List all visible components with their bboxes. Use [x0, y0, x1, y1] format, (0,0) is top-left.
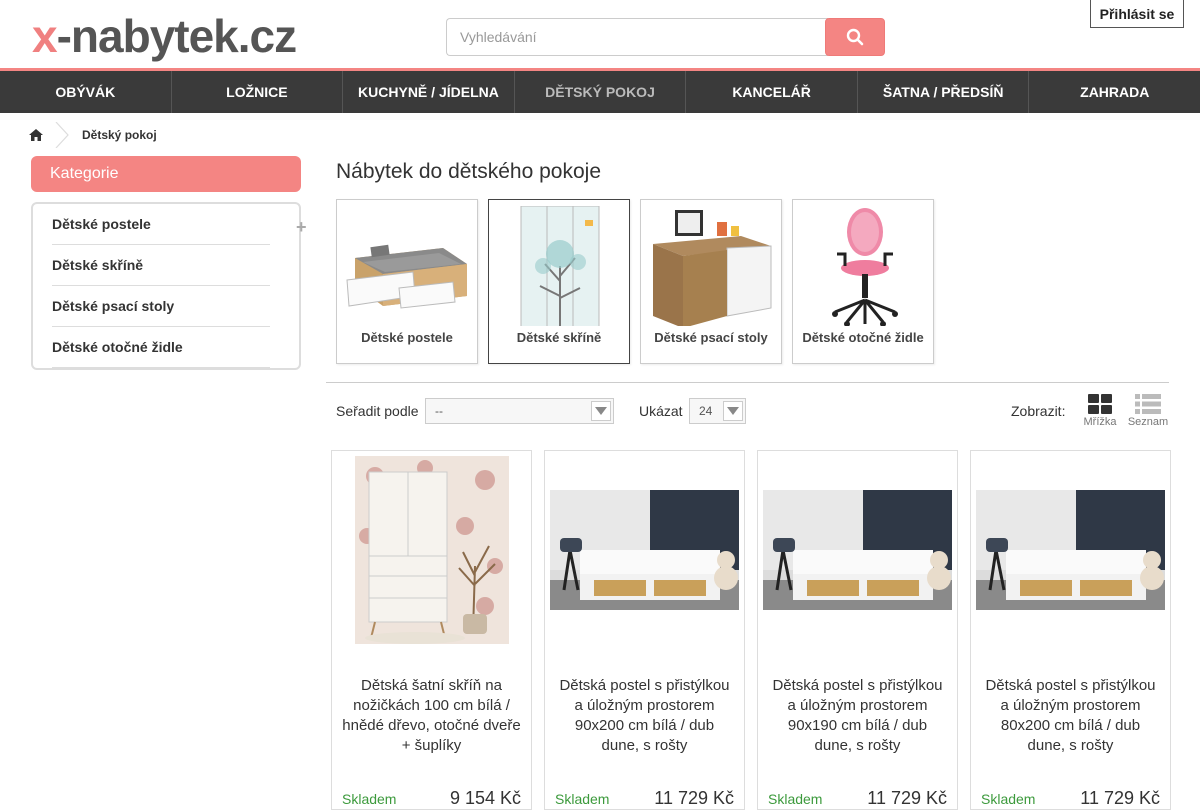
sidebar-item-detske-psaci-stoly[interactable]: Dětské psací stoly [52, 286, 270, 327]
list-view-button[interactable]: Seznam [1126, 394, 1170, 428]
site-logo[interactable]: x-nabytek.cz [32, 10, 298, 62]
product-name[interactable]: Dětská postel s přistýlkou a úložným pro… [981, 676, 1160, 756]
search-input[interactable] [446, 18, 828, 56]
nav-item-zahrada[interactable]: ZAHRADA [1029, 71, 1200, 113]
product-card[interactable]: Dětská postel s přistýlkou a úložným pro… [970, 450, 1171, 810]
search-icon [846, 28, 864, 46]
nav-item-satna[interactable]: ŠATNA / PŘEDSÍŇ [858, 71, 1030, 113]
sidebar-title: Kategorie [31, 156, 301, 192]
kids-chair-image [832, 208, 898, 326]
site-header: x-nabytek.cz Přihlásit se [0, 0, 1200, 70]
nav-item-kancelar[interactable]: KANCELÁŘ [686, 71, 858, 113]
subcategory-label: Dětské otočné židle [802, 330, 924, 345]
product-card[interactable]: Dětská postel s přistýlkou a úložným pro… [544, 450, 745, 810]
product-price: 11 729 Kč [654, 788, 734, 808]
product-image[interactable] [337, 455, 526, 645]
sidebar-item-detske-skrine[interactable]: Dětské skříně [52, 245, 270, 286]
product-price: 11 729 Kč [867, 788, 947, 808]
expand-icon[interactable]: + [296, 218, 307, 236]
sort-select[interactable]: -- [425, 398, 614, 424]
list-icon [1135, 394, 1161, 414]
sidebar-item-label: Dětské otočné židle [52, 339, 183, 355]
sidebar-item-label: Dětské skříně [52, 257, 144, 273]
listing-toolbar: Seřadit podle -- Ukázat 24 Zobrazit: Mří… [336, 394, 1170, 436]
sort-label: Seřadit podle [336, 403, 419, 419]
product-price: 11 729 Kč [1080, 788, 1160, 808]
per-page-select[interactable]: 24 [689, 398, 746, 424]
login-button[interactable]: Přihlásit se [1090, 0, 1184, 28]
product-name[interactable]: Dětská postel s přistýlkou a úložným pro… [768, 676, 947, 756]
nav-item-obyvak[interactable]: OBÝVÁK [0, 71, 172, 113]
sort-value: -- [435, 404, 443, 418]
display-label: Zobrazit: [1011, 403, 1066, 419]
subcategory-label: Dětské skříně [516, 330, 602, 345]
logo-text: -nabytek.cz [56, 10, 298, 62]
show-label: Ukázat [639, 403, 683, 419]
grid-view-label: Mřížka [1083, 416, 1117, 428]
main-nav: OBÝVÁK LOŽNICE KUCHYNĚ / JÍDELNA DĚTSKÝ … [0, 71, 1200, 113]
subcategory-label: Dětské postele [361, 330, 453, 345]
list-view-label: Seznam [1127, 416, 1169, 428]
sidebar-item-label: Dětské postele [52, 216, 151, 232]
chevron-down-icon [723, 401, 743, 421]
nav-item-detsky-pokoj[interactable]: DĚTSKÝ POKOJ [515, 71, 687, 113]
product-image[interactable] [763, 455, 952, 645]
breadcrumb-current: Dětský pokoj [82, 128, 157, 142]
grid-icon [1088, 394, 1112, 414]
nav-item-loznice[interactable]: LOŽNICE [172, 71, 344, 113]
home-icon[interactable] [28, 127, 44, 143]
search-bar [446, 18, 885, 56]
bed-photo [976, 490, 1165, 610]
bed-photo [763, 490, 952, 610]
kids-wardrobe-image [520, 206, 600, 326]
stock-status: Skladem [342, 791, 397, 807]
bed-photo [550, 490, 739, 610]
subcategory-card[interactable]: Dětské otočné židle [792, 199, 934, 364]
subcategory-card[interactable]: Dětské postele [336, 199, 478, 364]
grid-view-button[interactable]: Mřížka [1078, 394, 1122, 428]
nav-item-kuchyne[interactable]: KUCHYNĚ / JÍDELNA [343, 71, 515, 113]
sidebar-item-label: Dětské psací stoly [52, 298, 175, 314]
wardrobe-photo [354, 456, 509, 644]
breadcrumb: Dětský pokoj [28, 122, 157, 148]
per-page-value: 24 [699, 404, 713, 418]
search-button[interactable] [825, 18, 885, 56]
subcategory-label: Dětské psací stoly [654, 330, 768, 345]
stock-status: Skladem [555, 791, 610, 807]
category-list: Dětské postele + Dětské skříně Dětské ps… [31, 202, 307, 370]
sidebar-item-detske-postele[interactable]: Dětské postele + [52, 204, 307, 245]
product-image[interactable] [976, 455, 1165, 645]
subcategory-card[interactable]: Dětské psací stoly [640, 199, 782, 364]
product-card[interactable]: Dětská šatní skříň na nožičkách 100 cm b… [331, 450, 532, 810]
stock-status: Skladem [768, 791, 823, 807]
page-title: Nábytek do dětského pokoje [336, 160, 602, 183]
subcategory-grid: Dětské postele Dětské skříně Dětské psac… [336, 199, 934, 364]
logo-x: x [32, 10, 58, 62]
breadcrumb-separator-icon [55, 122, 69, 148]
product-name[interactable]: Dětská postel s přistýlkou a úložným pro… [555, 676, 734, 756]
product-grid: Dětská šatní skříň na nožičkách 100 cm b… [331, 450, 1171, 810]
kids-desk-image [653, 210, 772, 326]
product-image[interactable] [550, 455, 739, 645]
product-name[interactable]: Dětská šatní skříň na nožičkách 100 cm b… [342, 676, 521, 756]
kids-bed-image [346, 244, 467, 309]
subcategory-card[interactable]: Dětské skříně [488, 199, 630, 364]
product-card[interactable]: Dětská postel s přistýlkou a úložným pro… [757, 450, 958, 810]
section-divider [326, 382, 1169, 383]
sidebar-item-detske-otocne-zidle[interactable]: Dětské otočné židle [52, 327, 270, 368]
stock-status: Skladem [981, 791, 1036, 807]
chevron-down-icon [591, 401, 611, 421]
product-price: 9 154 Kč [449, 788, 521, 808]
